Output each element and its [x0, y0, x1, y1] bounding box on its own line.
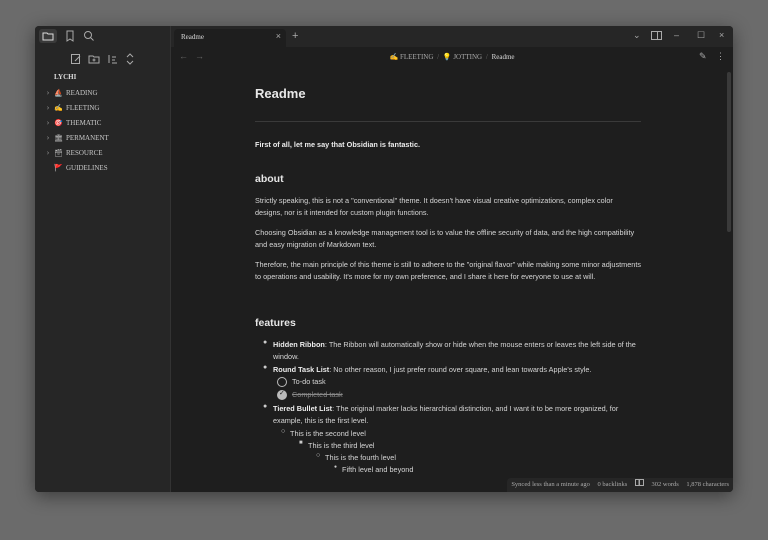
- collapse-all-icon[interactable]: [123, 52, 137, 66]
- more-options-icon[interactable]: ⋮: [716, 51, 725, 62]
- list-item-level-4: This is the fourth level: [325, 453, 396, 462]
- bullet-dot-icon: ●: [263, 403, 268, 410]
- new-note-icon[interactable]: [69, 52, 83, 66]
- vault-name[interactable]: LYCHI: [54, 73, 76, 81]
- list-item-level-5: Fifth level and beyond: [342, 465, 414, 474]
- list-item-title: Hidden Ribbon: [273, 340, 325, 349]
- bullet-dot-icon: ●: [263, 364, 268, 371]
- sidebar-item-label: READING: [66, 88, 98, 97]
- task-text-completed: Completed task: [292, 390, 343, 399]
- sidebar-item-permanent[interactable]: › 🏛 PERMANENT: [43, 130, 168, 145]
- sidebar-item-thematic[interactable]: › 🎯 THEMATIC: [43, 115, 168, 130]
- search-icon[interactable]: [82, 29, 96, 43]
- breadcrumb-item[interactable]: FLEETING: [400, 53, 433, 61]
- minimize-icon[interactable]: –: [674, 30, 679, 40]
- backlinks-count[interactable]: 0 backlinks: [597, 481, 627, 488]
- new-folder-icon[interactable]: [87, 52, 101, 66]
- chevron-right-icon[interactable]: ›: [43, 118, 53, 127]
- breadcrumb: ✍ FLEETING / 💡 JOTTING / Readme: [389, 53, 515, 61]
- red-flag-icon: 🚩: [54, 163, 63, 172]
- close-icon[interactable]: ×: [276, 31, 281, 41]
- writing-hand-icon: ✍: [389, 53, 399, 61]
- sidebar-item-resource[interactable]: › 🗃 RESOURCE: [43, 145, 168, 160]
- folder-icon[interactable]: [39, 29, 57, 43]
- card-file-box-icon: 🗃: [54, 148, 63, 157]
- sidebar-item-reading[interactable]: › ⛵ READING: [43, 85, 168, 100]
- window-close-icon[interactable]: ×: [719, 30, 724, 40]
- status-bar: Synced less than a minute ago 0 backlink…: [507, 478, 733, 492]
- heading-about: about: [255, 173, 284, 185]
- chevron-right-icon[interactable]: ›: [43, 133, 53, 142]
- list-item: Hidden Ribbon: The Ribbon will automatic…: [273, 339, 641, 363]
- breadcrumb-current[interactable]: Readme: [492, 53, 515, 61]
- paragraph: Strictly speaking, this is not a "conven…: [255, 196, 613, 217]
- edit-pencil-icon[interactable]: ✎: [699, 51, 707, 62]
- sidebar-item-label: THEMATIC: [66, 118, 102, 127]
- sidebar-item-label: RESOURCE: [66, 148, 103, 157]
- list-item-title: Round Task List: [273, 365, 330, 374]
- intro-text: First of all, let me say that Obsidian i…: [255, 140, 421, 149]
- list-item-level-3: This is the third level: [308, 441, 375, 450]
- character-count: 1,878 characters: [686, 481, 729, 488]
- divider: [255, 121, 641, 122]
- tab-title: Readme: [181, 33, 204, 41]
- list-item-text: : The Ribbon will automatically show or …: [273, 340, 636, 361]
- task-checkbox-checked[interactable]: [277, 389, 287, 400]
- bullet-dot-icon: ●: [334, 464, 338, 470]
- paragraph: Therefore, the main principle of this th…: [255, 260, 642, 281]
- chevron-down-icon[interactable]: ⌄: [633, 30, 641, 41]
- chevron-right-icon[interactable]: ›: [43, 103, 53, 112]
- list-item-level-2: This is the second level: [290, 429, 366, 438]
- list-item-text: : No other reason, I just prefer round o…: [329, 365, 592, 374]
- sidebar-item-label: FLEETING: [66, 103, 100, 112]
- bullet-square-icon: ■: [299, 440, 303, 446]
- sidebar-item-guidelines[interactable]: 🚩 GUIDELINES: [43, 160, 168, 175]
- bullet-circle-icon: ○: [316, 452, 321, 459]
- view-header: ← → ✍ FLEETING / 💡 JOTTING / Readme ✎ ⋮: [171, 47, 733, 69]
- writing-hand-icon: ✍: [54, 103, 63, 112]
- page-title: Readme: [255, 86, 306, 101]
- sidebar-item-label: GUIDELINES: [66, 163, 108, 172]
- bookmark-icon[interactable]: [63, 29, 77, 43]
- left-sidebar: LYCHI › ⛵ READING › ✍ FLEETING › 🎯 THEMA…: [35, 26, 171, 492]
- word-count: 302 words: [651, 481, 679, 488]
- sidebar-item-label: PERMANENT: [66, 133, 109, 142]
- app-window: LYCHI › ⛵ READING › ✍ FLEETING › 🎯 THEMA…: [35, 26, 733, 492]
- task-text: To-do task: [292, 377, 326, 386]
- heading-features: features: [255, 317, 296, 329]
- classical-building-icon: 🏛: [54, 133, 63, 142]
- list-item-title: Tiered Bullet List: [273, 404, 333, 413]
- list-item: Round Task List: No other reason, I just…: [273, 364, 641, 376]
- file-explorer-actions: [35, 52, 170, 66]
- tab-readme[interactable]: Readme ×: [174, 29, 286, 47]
- sync-status[interactable]: Synced less than a minute ago: [511, 481, 590, 488]
- task-checkbox[interactable]: [277, 377, 287, 387]
- sailboat-icon: ⛵: [54, 88, 63, 97]
- chevron-right-icon[interactable]: ›: [43, 148, 53, 157]
- bullet-dot-icon: ●: [263, 339, 268, 346]
- book-icon[interactable]: [634, 479, 646, 488]
- light-bulb-icon: 💡: [442, 53, 452, 61]
- maximize-icon[interactable]: ☐: [697, 30, 705, 41]
- sort-icon[interactable]: [105, 52, 119, 66]
- target-icon: 🎯: [54, 118, 63, 127]
- list-item: Tiered Bullet List: The original marker …: [273, 403, 641, 427]
- sidebar-toggle-icon[interactable]: [651, 31, 662, 42]
- plus-icon[interactable]: +: [292, 30, 298, 42]
- breadcrumb-item[interactable]: JOTTING: [453, 53, 482, 61]
- sidebar-item-fleeting[interactable]: › ✍ FLEETING: [43, 100, 168, 115]
- paragraph: Choosing Obsidian as a knowledge managem…: [255, 228, 635, 249]
- chevron-right-icon[interactable]: ›: [43, 88, 53, 97]
- tab-bar: Readme × + ⌄ – ☐ ×: [171, 26, 733, 47]
- file-tree: › ⛵ READING › ✍ FLEETING › 🎯 THEMATIC › …: [43, 85, 168, 175]
- scrollbar[interactable]: [727, 72, 731, 232]
- sidebar-toolbar: [35, 26, 170, 47]
- bullet-circle-icon: ○: [281, 428, 286, 435]
